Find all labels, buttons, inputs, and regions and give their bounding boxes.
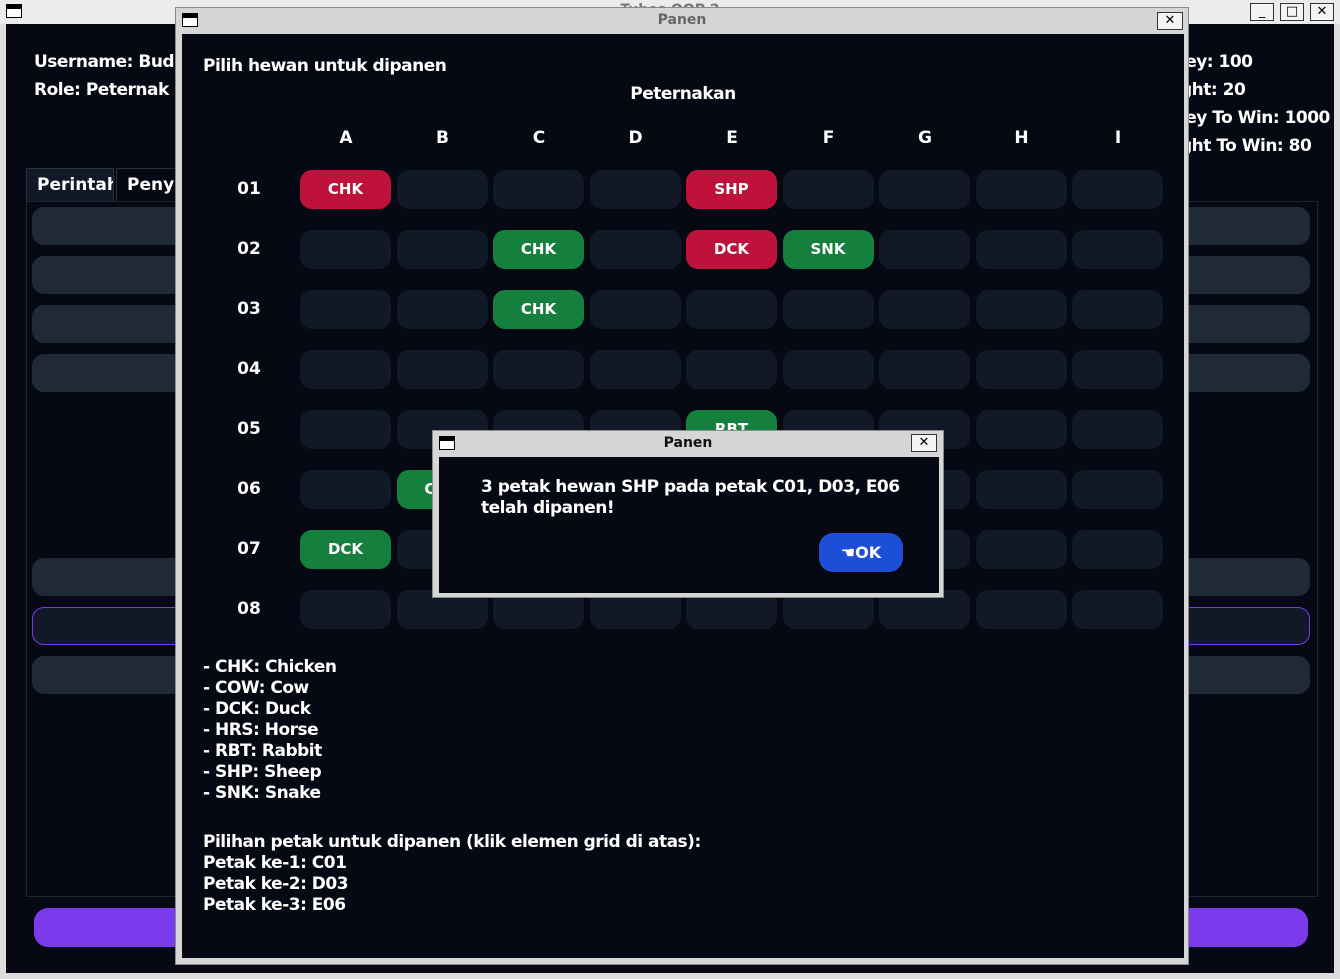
panen-message-box: Panen ✕ 3 petak hewan SHP pada petak C01… (432, 430, 944, 598)
column-header: H (1014, 128, 1029, 148)
grid-cell-d04[interactable] (589, 350, 681, 389)
grid-cell-c04[interactable] (493, 350, 584, 389)
row-header: 08 (237, 599, 261, 619)
grid-cell-e01[interactable]: SHP (686, 170, 777, 209)
grid-cell-i08[interactable] (1072, 590, 1163, 629)
grid-cell-e04[interactable] (686, 350, 777, 389)
grid-cell-h01[interactable] (975, 170, 1067, 209)
grid-cell-f03[interactable] (782, 290, 874, 329)
row-header: 02 (237, 239, 261, 259)
grid-cell-g03[interactable] (879, 290, 970, 329)
selection-heading: Pilihan petak untuk dipanen (klik elemen… (203, 832, 701, 852)
grid-cell-i05[interactable] (1072, 410, 1163, 449)
ok-label: OK (855, 543, 882, 562)
legend-item: - RBT: Rabbit (203, 741, 322, 761)
maximize-button[interactable]: □ (1280, 3, 1304, 21)
grid-cell-g04[interactable] (879, 350, 970, 389)
column-header: A (339, 128, 353, 148)
legend-item: - COW: Cow (203, 678, 309, 698)
legend-item: - SNK: Snake (203, 783, 321, 803)
selection-item: Petak ke-3: E06 (203, 895, 346, 915)
grid-cell-h05[interactable] (975, 410, 1067, 449)
grid-cell-b02[interactable] (396, 230, 488, 269)
role-label: Role: Peternak (34, 80, 169, 100)
legend-item: - SHP: Sheep (203, 762, 322, 782)
column-header: G (918, 128, 932, 148)
dialog-title: Panen (657, 12, 707, 28)
ok-button[interactable]: ☚OK (819, 533, 903, 572)
grid-cell-i03[interactable] (1072, 290, 1163, 329)
grid-cell-h07[interactable] (975, 530, 1067, 569)
legend-item: - CHK: Chicken (203, 657, 337, 677)
selection-item: Petak ke-2: D03 (203, 874, 349, 894)
column-header: D (628, 128, 643, 148)
column-header: B (436, 128, 449, 148)
column-header: I (1114, 128, 1122, 148)
grid-cell-b03[interactable] (396, 290, 488, 329)
grid-cell-i01[interactable] (1072, 170, 1163, 209)
grid-title: Peternakan (630, 84, 736, 104)
row-header: 07 (237, 539, 261, 559)
grid-cell-d02[interactable] (589, 230, 681, 269)
grid-cell-g02[interactable] (879, 230, 970, 269)
selection-item: Petak ke-1: C01 (203, 853, 347, 873)
message-text: 3 petak hewan SHP pada petak C01, D03, E… (481, 477, 900, 518)
grid-cell-c03[interactable]: CHK (493, 290, 584, 329)
grid-cell-a07[interactable]: DCK (300, 530, 391, 569)
grid-cell-h08[interactable] (975, 590, 1067, 629)
close-icon[interactable]: ✕ (1157, 12, 1183, 30)
grid-cell-a04[interactable] (300, 350, 391, 389)
grid-cell-i06[interactable] (1072, 470, 1163, 509)
grid-cell-c01[interactable] (493, 170, 584, 209)
grid-cell-g01[interactable] (879, 170, 970, 209)
grid-cell-a02[interactable] (300, 230, 391, 269)
legend-item: - HRS: Horse (203, 720, 319, 740)
grid-cell-a05[interactable] (300, 410, 391, 449)
grid-cell-a08[interactable] (300, 590, 391, 629)
dialog-heading: Pilih hewan untuk dipanen (203, 56, 447, 76)
column-header: F (822, 128, 835, 148)
grid-cell-f04[interactable] (782, 350, 874, 389)
hand-icon: ☚ (840, 543, 856, 562)
grid-cell-c02[interactable]: CHK (493, 230, 584, 269)
tab-perintah[interactable]: Perintah (26, 168, 114, 202)
grid-cell-b01[interactable] (396, 170, 488, 209)
grid-cell-a01[interactable]: CHK (300, 170, 391, 209)
column-header: C (532, 128, 546, 148)
grid-cell-i07[interactable] (1072, 530, 1163, 569)
minimize-button[interactable]: _ (1250, 3, 1274, 21)
grid-cell-d03[interactable] (589, 290, 681, 329)
grid-cell-d01[interactable] (589, 170, 681, 209)
grid-cell-e03[interactable] (686, 290, 777, 329)
grid-cell-f01[interactable] (782, 170, 874, 209)
grid-cell-a03[interactable] (300, 290, 391, 329)
message-body: 3 petak hewan SHP pada petak C01, D03, E… (439, 457, 939, 593)
message-title: Panen (663, 435, 713, 451)
row-header: 04 (237, 359, 261, 379)
legend-item: - DCK: Duck (203, 699, 311, 719)
grid-cell-e02[interactable]: DCK (686, 230, 777, 269)
grid-cell-h02[interactable] (975, 230, 1067, 269)
grid-cell-i02[interactable] (1072, 230, 1163, 269)
grid-cell-i04[interactable] (1072, 350, 1163, 389)
grid-cell-h04[interactable] (975, 350, 1067, 389)
username-label: Username: Budi (34, 52, 180, 72)
grid-cell-h06[interactable] (975, 470, 1067, 509)
grid-cell-b04[interactable] (396, 350, 488, 389)
row-header: 03 (237, 299, 261, 319)
close-icon[interactable]: ✕ (1310, 3, 1334, 21)
row-header: 05 (237, 419, 261, 439)
close-icon[interactable]: ✕ (911, 434, 937, 452)
grid-cell-h03[interactable] (975, 290, 1067, 329)
row-header: 06 (237, 479, 261, 499)
column-header: E (726, 128, 738, 148)
row-header: 01 (237, 179, 261, 199)
grid-cell-f02[interactable]: SNK (782, 230, 874, 269)
grid-cell-a06[interactable] (300, 470, 391, 509)
